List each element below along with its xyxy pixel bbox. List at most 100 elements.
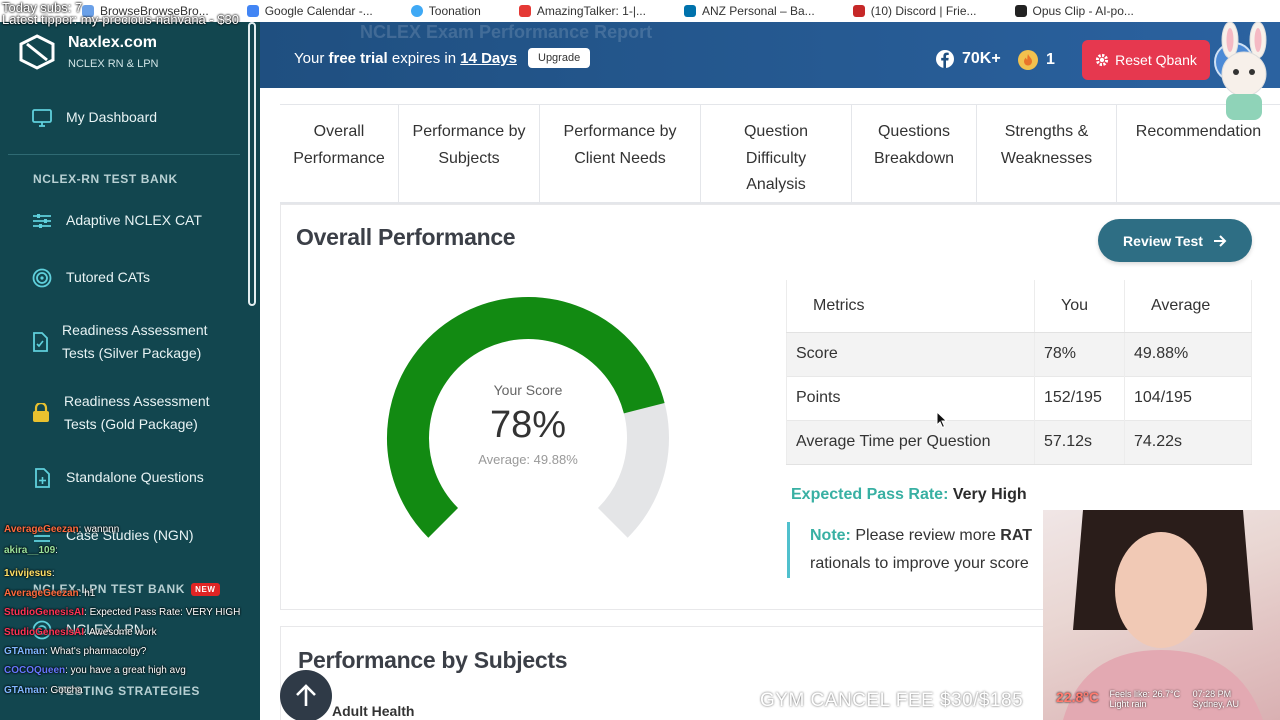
bookmark-4[interactable]: ANZ Personal – Ba... [683,4,815,18]
table-header: You [1034,280,1125,333]
streak-count-value: 1 [1046,51,1055,68]
section-title-subjects: Performance by Subjects [298,647,568,673]
report-title-ghost: NCLEX Exam Performance Report [360,22,653,42]
trial-days: 14 Days [460,50,517,67]
gauge-label: Your Score [493,382,563,398]
brand-subtitle: NCLEX RN & LPN [68,58,159,70]
bookmark-3[interactable]: AmazingTalker: 1-|... [518,4,646,18]
subject-adult-health: Adult Health [332,703,415,719]
naxlex-logo-icon [19,34,55,70]
chat-text: : Awesome work [84,627,157,638]
trial-prefix: Your [294,50,325,67]
table-cell: 49.88% [1124,331,1252,376]
table-cell: 74.22s [1124,419,1252,465]
table-cell: 78% [1034,331,1125,376]
table-header: Average [1124,280,1252,333]
tab-overall-performance[interactable]: Overall Performance [280,105,399,202]
tab-performance-by-subjects[interactable]: Performance by Subjects [399,105,540,202]
table-row: Score 78% 49.88% [786,331,1252,376]
section-title-overall: Overall Performance [296,224,516,250]
tab-label: Strengths & Weaknesses [1000,123,1093,167]
table-cell: 152/195 [1034,375,1125,420]
upgrade-button[interactable]: Upgrade [528,48,591,68]
tab-label: Performance by Client Needs [563,123,677,167]
bookmark-6[interactable]: Opus Clip - AI-po... [1014,4,1134,18]
note-text: Please review more [855,527,996,544]
sidebar-divider [8,154,240,155]
sidebar-item-label: Readiness Assessment Tests (Gold Package… [64,393,210,432]
note-bold: RAT [1000,527,1032,544]
chat-message: GTAman: Gotcha [4,685,83,696]
chat-text: : [51,568,55,579]
tab-performance-by-client-needs[interactable]: Performance by Client Needs [540,105,701,202]
sidebar-scrollbar[interactable] [248,22,256,306]
amazingtalker-icon [518,5,531,17]
tab-strengths-weaknesses[interactable]: Strengths & Weaknesses [977,105,1117,202]
toonation-icon [410,5,423,17]
table-row: Average Time per Question 57.12s 74.22s [786,419,1252,465]
tab-questions-breakdown[interactable]: Questions Breakdown [852,105,977,202]
sidebar-item-adaptive-cat[interactable]: Adaptive NCLEX CAT [32,209,202,232]
sidebar-item-dashboard[interactable]: My Dashboard [32,106,157,129]
metrics-table: Metrics You Average Score 78% 49.88% Poi… [786,280,1252,465]
bookmark-5[interactable]: (10) Discord | Frie... [852,4,977,18]
weather-feels: Feels like: 26.7°C [1109,689,1181,699]
table-header-row: Metrics You Average [786,280,1252,333]
chat-text: : Gotcha [44,685,83,696]
bookmark-2[interactable]: Toonation [410,4,481,18]
review-label: Review Test [1123,232,1203,249]
overlay-tipper: Latest tipper: my-precious-nahvana - $30 [2,12,240,27]
chat-message: GTAman: What's pharmacolgy? [4,646,146,657]
sidebar-item-tutored-cats[interactable]: Tutored CATs [32,266,150,289]
facebook-count[interactable]: 70K+ [936,50,1001,68]
pass-value: Very High [952,486,1027,503]
sidebar-item-label: Adaptive NCLEX CAT [66,212,202,228]
note-text-2: rationals to improve your score [810,555,1029,572]
table-cell: Average Time per Question [786,419,1035,465]
gear-icon [1096,53,1109,67]
trial-bold: free trial [328,50,388,67]
calendar-icon [246,5,259,17]
tab-label: Overall Performance [293,123,385,167]
facebook-count-value: 70K+ [962,50,1001,67]
review-test-button[interactable]: Review Test [1098,219,1252,262]
chat-message: 1vivijesus: [4,568,55,579]
tab-label: Performance by Subjects [412,123,526,167]
chat-text: : wannnn [78,524,120,535]
chat-message: AverageGeezan: wannnn [4,524,119,535]
gauge-value: 78% [489,404,567,446]
table-cell: Points [786,375,1035,420]
weather-desc: Light rain [1109,699,1147,709]
sidebar-item-readiness-silver[interactable]: Readiness Assessment Tests (Silver Packa… [32,319,222,365]
brand[interactable]: Naxlex.com NCLEX RN & LPN [18,34,158,70]
opusclip-icon [1014,5,1027,17]
weather-city: Sydney, AU [1192,699,1239,709]
sidebar-item-readiness-gold[interactable]: Readiness Assessment Tests (Gold Package… [32,390,232,436]
chat-user: akira__109 [4,545,56,556]
streak-count[interactable]: 1 [1018,50,1055,70]
sidebar-item-label: Standalone Questions [66,469,204,485]
new-badge: NEW [191,582,220,596]
chat-message: StudioGenesisAI: Expected Pass Rate: VER… [4,607,240,618]
sidebar-item-label: Tutored CATs [66,269,151,285]
trial-mid: expires in [391,50,457,67]
gym-fee-overlay: GYM CANCEL FEE $30/$185 [760,690,1024,711]
tab-question-difficulty[interactable]: Question Difficulty Analysis [701,105,852,202]
chat-user: GTAman [4,685,45,696]
discord-icon [852,5,865,17]
sidebar-item-standalone[interactable]: Standalone Questions [32,466,204,489]
fire-icon [1018,50,1038,70]
gauge-average: Average: 49.88% [478,452,578,467]
chat-user: 1vivijesus [4,568,52,579]
reset-qbank-button[interactable]: Reset Qbank [1082,40,1210,80]
arrow-right-icon [1213,234,1227,247]
bookmark-1[interactable]: Google Calendar -... [246,4,373,18]
target-icon [32,268,52,288]
chat-message: COCOQueen: you have a great high avg [4,665,186,676]
chat-text: : you have a great high avg [65,665,186,676]
chat-user: COCOQueen [4,665,66,676]
bookmark-label: ANZ Personal – Ba... [701,4,815,18]
scroll-top-button[interactable] [280,670,332,720]
note-label: Note: [810,527,851,544]
monitor-icon [32,108,52,128]
